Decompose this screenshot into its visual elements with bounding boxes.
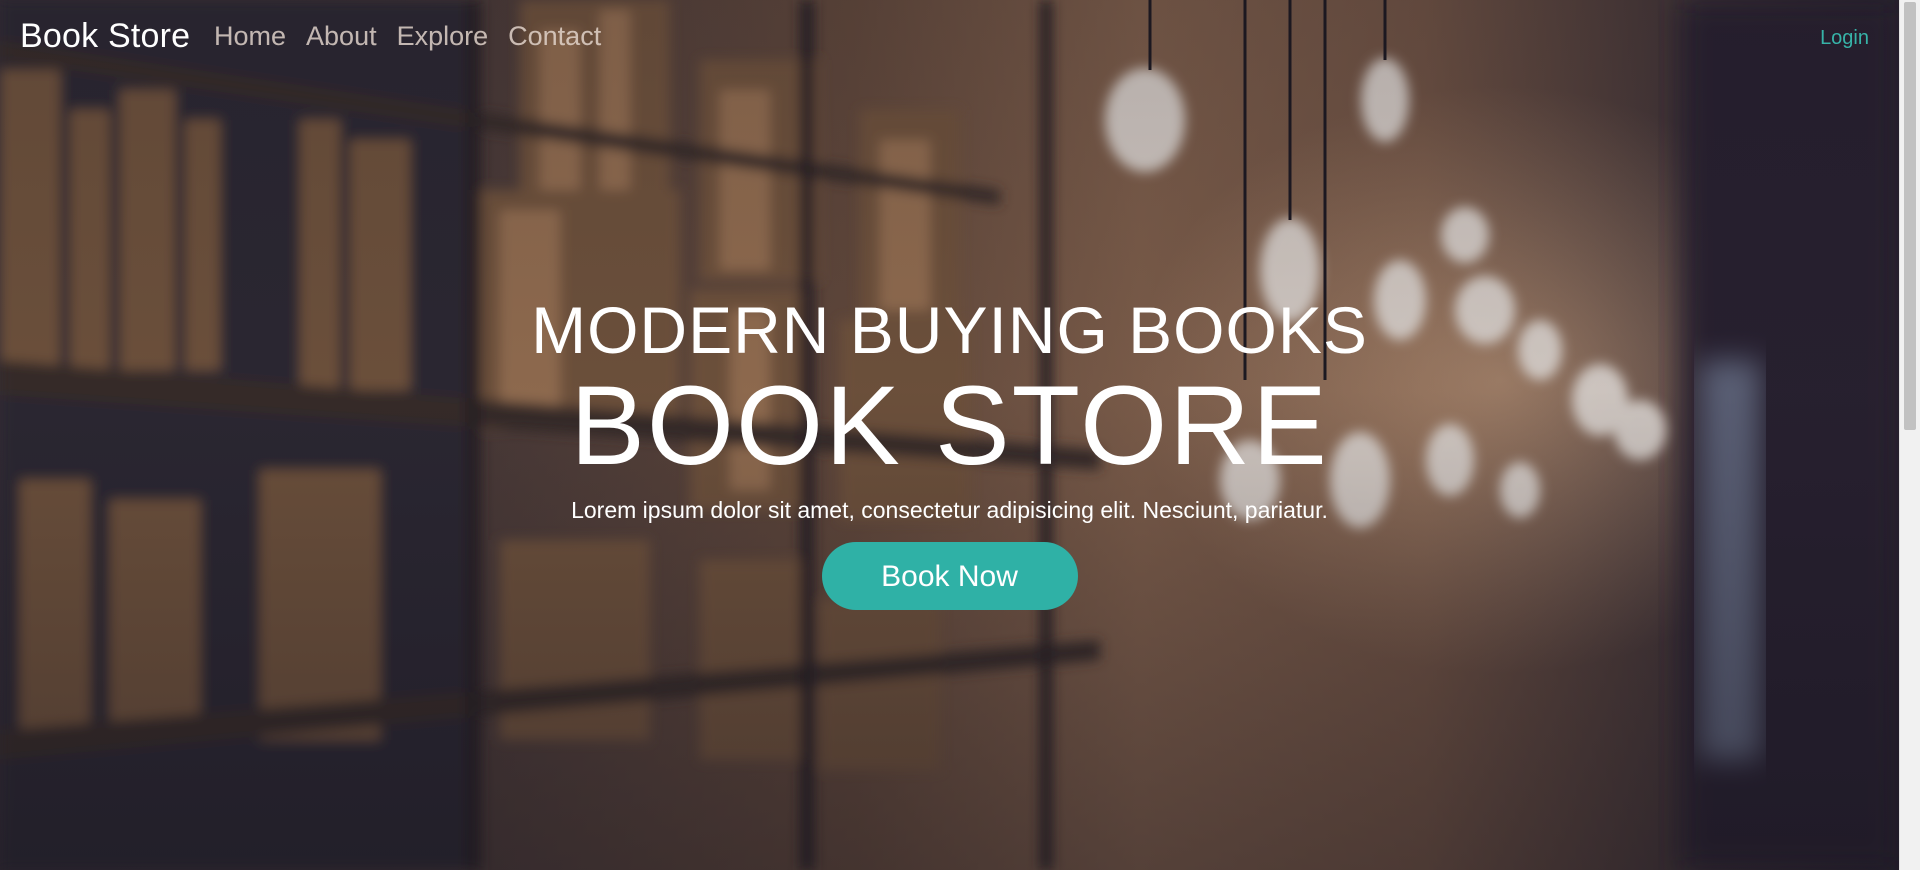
scrollbar-thumb[interactable] [1904, 2, 1916, 430]
book-now-button[interactable]: Book Now [821, 541, 1078, 610]
navbar: Book Store Home About Explore Contact Lo… [0, 0, 1899, 76]
page: Book Store Home About Explore Contact Lo… [0, 0, 1920, 870]
hero-description: Lorem ipsum dolor sit amet, consectetur … [571, 496, 1328, 523]
nav-link-contact[interactable]: Contact [508, 21, 601, 52]
brand-logo-link[interactable]: Book Store [20, 17, 190, 56]
nav-links: Home About Explore Contact [214, 21, 601, 52]
hero-title: BOOK STORE [570, 363, 1329, 489]
nav-link-home[interactable]: Home [214, 21, 286, 52]
hero-section: MODERN BUYING BOOKS BOOK STORE Lorem ips… [0, 293, 1899, 610]
vertical-scrollbar[interactable] [1899, 0, 1920, 870]
login-link[interactable]: Login [1820, 27, 1869, 50]
nav-link-explore[interactable]: Explore [397, 21, 489, 52]
hero-eyebrow: MODERN BUYING BOOKS [531, 293, 1368, 367]
nav-link-about[interactable]: About [306, 21, 377, 52]
